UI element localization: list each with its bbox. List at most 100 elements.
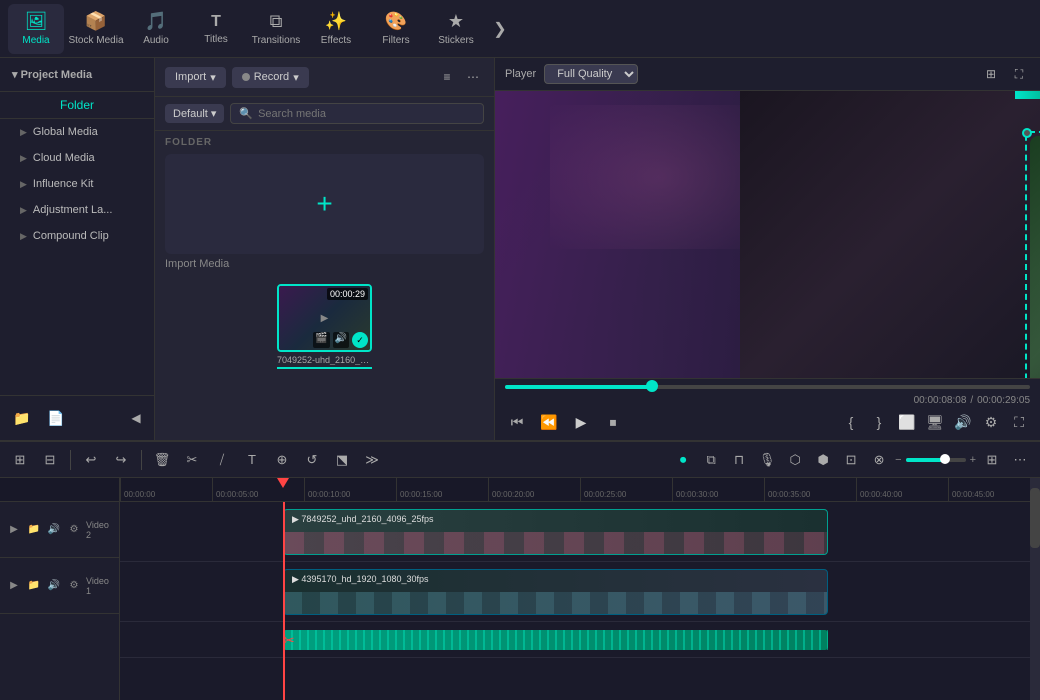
tool-effects-label: Effects (321, 35, 351, 46)
rotate-button[interactable]: ↺ (300, 448, 324, 472)
audio-waveform (283, 630, 828, 650)
video2-clip[interactable]: ▶ 7849252_uhd_2160_4096_25fps (283, 509, 828, 555)
text-button[interactable]: T (240, 448, 264, 472)
tool-media[interactable]: 🖼 Media (8, 4, 64, 54)
quality-select[interactable]: Full Quality 1/2 Quality 1/4 Quality (544, 64, 638, 84)
fullscreen-icon[interactable]: ⛶ (1008, 63, 1030, 85)
screen-button[interactable]: 🖥 (924, 411, 946, 433)
import-placeholder[interactable]: + (165, 154, 484, 254)
filters-icon: 🎨 (385, 11, 407, 32)
new-item-button[interactable]: 📄 (42, 404, 70, 432)
separator (141, 450, 142, 470)
folder-track-icon: 📁 (26, 578, 42, 594)
default-dropdown[interactable]: Default ▾ (165, 104, 224, 123)
crop-button[interactable]: ⬜ (896, 411, 918, 433)
timeline-content: ▶ 📁 🔊 ⚙ Video 2 ▶ 📁 🔊 ⚙ Video 1 00:00:00… (0, 478, 1040, 700)
auto-cut-button[interactable]: ⬡ (783, 448, 807, 472)
zoom-minus-icon[interactable]: − (895, 454, 901, 466)
cut-button[interactable]: ✂ (180, 448, 204, 472)
timeline-ruler: 00:00:00 00:00:05:00 00:00:10:00 00:00:1… (120, 478, 1040, 502)
more-button[interactable]: ⋯ (1008, 448, 1032, 472)
transform-button[interactable]: ⬔ (330, 448, 354, 472)
record-timeline-button[interactable]: ⏺ (671, 448, 695, 472)
delete-button[interactable]: 🗑 (150, 448, 174, 472)
expand-tools-arrow[interactable]: ❯ (488, 17, 512, 41)
mark-out-button[interactable]: } (868, 411, 890, 433)
track-area: ▶ 7849252_uhd_2160_4096_25fps ▶ 4395170_… (120, 502, 1040, 700)
frame-strip (284, 532, 827, 554)
stop-button[interactable]: ⏹ (601, 410, 625, 434)
sidebar-item-cloud-media[interactable]: ▶ Cloud Media (0, 145, 154, 171)
video1-clip[interactable]: ▶ 4395170_hd_1920_1080_30fps (283, 569, 828, 615)
collapse-panel-button[interactable]: ◀ (126, 404, 146, 432)
fullscreen-player-button[interactable]: ⛶ (1008, 411, 1030, 433)
volume-icon[interactable]: 🔊 (952, 411, 974, 433)
tool-effects[interactable]: ✨ Effects (308, 4, 364, 54)
stabilize-button[interactable]: ⬢ (811, 448, 835, 472)
media-toolbar: Import ▾ Record ▾ ≡ ⋯ (155, 58, 494, 97)
sort-icon[interactable]: ≡ (436, 66, 458, 88)
chevron-down-icon: ▾ (211, 107, 217, 120)
tool-stickers[interactable]: ★ Stickers (428, 4, 484, 54)
mark-in-button[interactable]: { (840, 411, 862, 433)
tool-transitions-label: Transitions (252, 35, 301, 46)
snap-enable-button[interactable]: ⧉ (699, 448, 723, 472)
add-button[interactable]: ⊕ (270, 448, 294, 472)
top-accent-bar (1015, 91, 1040, 99)
thumb-image[interactable]: ▶ 00:00:29 🎬 🔊 ✓ (277, 284, 372, 352)
search-input[interactable] (258, 108, 475, 120)
zoom-handle[interactable] (940, 454, 950, 464)
folder-tab[interactable]: Folder (0, 92, 154, 119)
tool-media-label: Media (22, 35, 49, 46)
settings-icon[interactable]: ⚙ (980, 411, 1002, 433)
play-button[interactable]: ▶ (569, 410, 593, 434)
import-button[interactable]: Import ▾ (165, 67, 226, 88)
scissors-icon: ✂ (283, 632, 295, 649)
layout-button[interactable]: ⊞ (980, 448, 1004, 472)
grid-view-icon[interactable]: ⊞ (980, 63, 1002, 85)
timeline-snap-button[interactable]: ⊞ (8, 448, 32, 472)
zoom-plus-icon[interactable]: + (970, 454, 976, 466)
tool-stock-media[interactable]: 📦 Stock Media (68, 4, 124, 54)
new-folder-button[interactable]: 📁 (8, 404, 36, 432)
media-panel-icons: ≡ ⋯ (436, 66, 484, 88)
audio-mic-button[interactable]: 🎙 (755, 448, 779, 472)
tool-audio[interactable]: 🎵 Audio (128, 4, 184, 54)
timeline-scrollbar[interactable] (1030, 478, 1040, 700)
chevron-right-icon: ▶ (20, 127, 27, 138)
skip-back-button[interactable]: ⏮ (505, 410, 529, 434)
ruler-mark-8: 00:00:40:00 (856, 478, 948, 501)
sidebar-item-compound-clip[interactable]: ▶ Compound Clip (0, 223, 154, 249)
undo-button[interactable]: ↩ (79, 448, 103, 472)
timeline-toolbar: ⊞ ⊟ ↩ ↪ 🗑 ✂ ⧸ T ⊕ ↺ ⬔ ≫ ⏺ ⧉ ⊓ 🎙 ⬡ ⬢ ⊡ ⊗ … (0, 442, 1040, 478)
sidebar-item-adjustment[interactable]: ▶ Adjustment La... (0, 197, 154, 223)
zoom-track[interactable] (906, 458, 966, 462)
more-options-icon[interactable]: ⋯ (462, 66, 484, 88)
timeline-grid-button[interactable]: ⊟ (38, 448, 62, 472)
zoom-slider[interactable]: − + (895, 454, 976, 466)
color-button[interactable]: ⊗ (867, 448, 891, 472)
record-button[interactable]: Record ▾ (232, 67, 309, 88)
frame-back-button[interactable]: ⏪ (537, 410, 561, 434)
separator (70, 450, 71, 470)
clip-filename-label: 7049252-uhd_2160_4095_25... (277, 355, 372, 365)
tool-transitions[interactable]: ⧉ Transitions (248, 4, 304, 54)
audio-clip[interactable] (283, 630, 828, 650)
split-button[interactable]: ⧸ (210, 448, 234, 472)
redo-button[interactable]: ↪ (109, 448, 133, 472)
media-icon: 🖼 (25, 11, 48, 32)
tool-titles[interactable]: T Titles (188, 4, 244, 54)
chevron-right-icon: ▶ (20, 205, 27, 216)
progress-handle[interactable] (646, 380, 658, 392)
player-progress-bar[interactable] (505, 385, 1030, 389)
subtitle-button[interactable]: ⊡ (839, 448, 863, 472)
sidebar-item-global-media[interactable]: ▶ Global Media (0, 119, 154, 145)
tool-filters[interactable]: 🎨 Filters (368, 4, 424, 54)
more-tools-button[interactable]: ≫ (360, 448, 384, 472)
timeline-tracks[interactable]: 00:00:00 00:00:05:00 00:00:10:00 00:00:1… (120, 478, 1040, 700)
scrollbar-thumb[interactable] (1030, 488, 1040, 548)
media-thumbnail[interactable]: ▶ 00:00:29 🎬 🔊 ✓ 7049252-uhd_2160_4095_2… (165, 284, 484, 369)
sidebar-item-influence-kit[interactable]: ▶ Influence Kit (0, 171, 154, 197)
player-background: ✎ (495, 91, 1040, 378)
split-audio-button[interactable]: ⊓ (727, 448, 751, 472)
